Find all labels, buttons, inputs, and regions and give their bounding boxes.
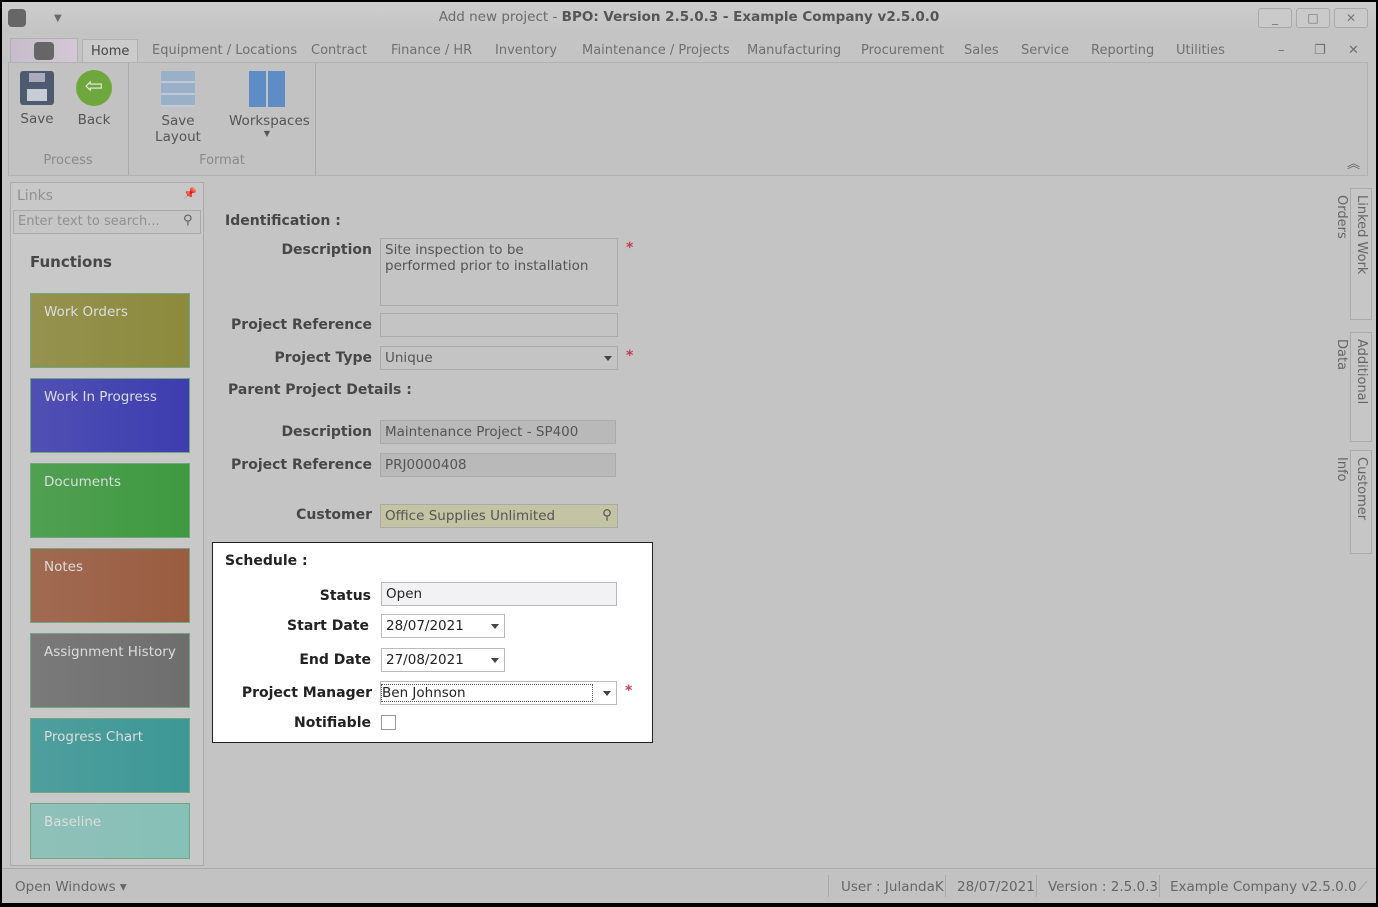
function-tile-documents[interactable]: Documents (30, 463, 190, 538)
links-title: Links (17, 188, 53, 204)
notifiable-checkbox[interactable] (381, 715, 396, 730)
tab-reporting[interactable]: Reporting (1091, 39, 1154, 63)
workspaces-button[interactable]: Workspaces ▼ (229, 67, 310, 138)
notifiable-label: Notifiable (294, 715, 371, 731)
pin-icon[interactable]: 📌 (183, 187, 197, 200)
collapse-ribbon-icon[interactable]: ︽ (1347, 153, 1360, 172)
back-button[interactable]: ⇦ Back (71, 67, 117, 128)
group-process-label: Process (43, 153, 93, 168)
parent-description-input: Maintenance Project - SP400 (380, 420, 616, 444)
start-date-picker[interactable]: 28/07/2021 (381, 614, 505, 638)
schedule-section: Schedule : Status Open Start Date 28/07/… (212, 542, 653, 743)
tab-sales[interactable]: Sales (964, 39, 999, 63)
required-marker: * (626, 240, 634, 256)
group-format-label: Format (199, 153, 245, 168)
back-arrow-icon: ⇦ (76, 70, 112, 106)
tab-manufacturing[interactable]: Manufacturing (747, 39, 841, 63)
end-date-picker[interactable]: 27/08/2021 (381, 648, 505, 672)
side-tab-linked-work-orders[interactable]: Linked Work Orders (1334, 188, 1372, 320)
floppy-disk-icon (20, 71, 54, 105)
mdi-minimize-icon[interactable]: – (1278, 39, 1285, 63)
customer-lookup-input[interactable]: Office Supplies Unlimited ⚲ (380, 504, 618, 528)
tab-finance-hr[interactable]: Finance / HR (391, 39, 472, 63)
function-tile-baseline[interactable]: Baseline (30, 803, 190, 859)
links-search-input[interactable]: Enter text to search... (13, 210, 201, 234)
chevron-down-icon (491, 624, 499, 629)
title-bar: ▼ Add new project - BPO: Version 2.5.0.3… (2, 2, 1376, 34)
customer-label: Customer (296, 507, 372, 523)
status-company: Example Company v2.5.0.0 (1170, 879, 1357, 895)
description-textarea[interactable]: Site inspection to be performed prior to… (380, 238, 618, 306)
start-date-label: Start Date (287, 618, 369, 634)
status-date: 28/07/2021 (957, 879, 1035, 895)
tab-maintenance-projects[interactable]: Maintenance / Projects (582, 39, 730, 63)
save-button[interactable]: Save (15, 67, 59, 127)
save-label: Save (20, 111, 54, 127)
function-tile-work-orders[interactable]: Work Orders (30, 293, 190, 368)
functions-heading: Functions (30, 253, 112, 271)
identification-heading: Identification : (225, 213, 341, 229)
status-version: Version : 2.5.0.3 (1048, 879, 1159, 895)
tab-procurement[interactable]: Procurement (861, 39, 944, 63)
project-type-label: Project Type (274, 350, 372, 366)
workspaces-grid-icon (249, 71, 285, 107)
required-marker: * (625, 683, 633, 699)
tab-inventory[interactable]: Inventory (495, 39, 557, 63)
ribbon: Save ⇦ Back Save Layout Workspaces ▼ Proc… (8, 62, 1368, 176)
parent-description-label: Description (281, 424, 372, 440)
project-manager-label: Project Manager (241, 685, 372, 701)
tab-equipment-locations[interactable]: Equipment / Locations (152, 39, 297, 63)
save-layout-label: Save Layout (155, 113, 201, 145)
side-tab-customer-info[interactable]: Customer Info (1334, 450, 1372, 554)
application-window: ▼ Add new project - BPO: Version 2.5.0.3… (2, 2, 1376, 903)
status-bar: Open Windows ▾ User : JulandaK 28/07/202… (2, 868, 1376, 903)
project-manager-select[interactable]: Ben Johnson (380, 681, 617, 705)
close-button[interactable]: ✕ (1334, 8, 1368, 28)
layout-wrench-icon (161, 71, 195, 107)
chevron-down-icon (604, 356, 612, 361)
status-user: User : JulandaK (841, 879, 944, 895)
search-icon[interactable]: ⚲ (183, 213, 193, 228)
resize-grip-icon[interactable]: ⟋ (1358, 879, 1367, 895)
save-layout-button[interactable]: Save Layout (137, 67, 219, 145)
tab-home[interactable]: Home (82, 39, 139, 63)
app-logo-icon[interactable] (8, 9, 26, 27)
required-marker: * (626, 348, 634, 364)
back-label: Back (77, 112, 111, 128)
function-tile-work-in-progress[interactable]: Work In Progress (30, 378, 190, 453)
function-tile-progress-chart[interactable]: Progress Chart (30, 718, 190, 793)
tab-utilities[interactable]: Utilities (1176, 39, 1225, 63)
parent-reference-label: Project Reference (231, 457, 372, 473)
window-title-prefix: Add new project (438, 9, 549, 25)
tab-service[interactable]: Service (1021, 39, 1069, 63)
workspaces-label: Workspaces (229, 113, 310, 129)
window-title: BPO: Version 2.5.0.3 - Example Company v… (561, 9, 940, 25)
ribbon-tabs: Home Equipment / Locations Contract Fina… (2, 35, 1376, 63)
chevron-down-icon (603, 691, 611, 696)
project-type-select[interactable]: Unique (380, 346, 618, 370)
links-panel: Links 📌 Enter text to search... ⚲ Functi… (10, 182, 204, 866)
parent-project-heading: Parent Project Details : (228, 382, 412, 398)
project-reference-input[interactable] (380, 313, 618, 337)
chevron-down-icon (491, 658, 499, 663)
search-icon: ⚲ (602, 507, 612, 523)
open-windows-menu[interactable]: Open Windows ▾ (15, 879, 127, 895)
status-input: Open (381, 582, 617, 606)
parent-reference-input: PRJ0000408 (380, 453, 616, 477)
schedule-heading: Schedule : (225, 553, 308, 569)
maximize-button[interactable]: □ (1296, 8, 1330, 28)
quick-access-dropdown-icon[interactable]: ▼ (54, 4, 62, 34)
minimize-button[interactable]: _ (1258, 8, 1292, 28)
status-label: Status (319, 588, 371, 604)
function-tile-notes[interactable]: Notes (30, 548, 190, 623)
description-label: Description (281, 242, 372, 258)
function-tile-assignment-history[interactable]: Assignment History (30, 633, 190, 708)
app-menu-button[interactable] (10, 38, 78, 63)
mdi-close-icon[interactable]: ✕ (1348, 39, 1359, 63)
side-tab-additional-data[interactable]: Additional Data (1334, 332, 1372, 442)
mdi-restore-icon[interactable]: ❐ (1314, 39, 1326, 63)
end-date-label: End Date (299, 652, 371, 668)
tab-contract[interactable]: Contract (311, 39, 367, 63)
project-reference-label: Project Reference (231, 317, 372, 333)
